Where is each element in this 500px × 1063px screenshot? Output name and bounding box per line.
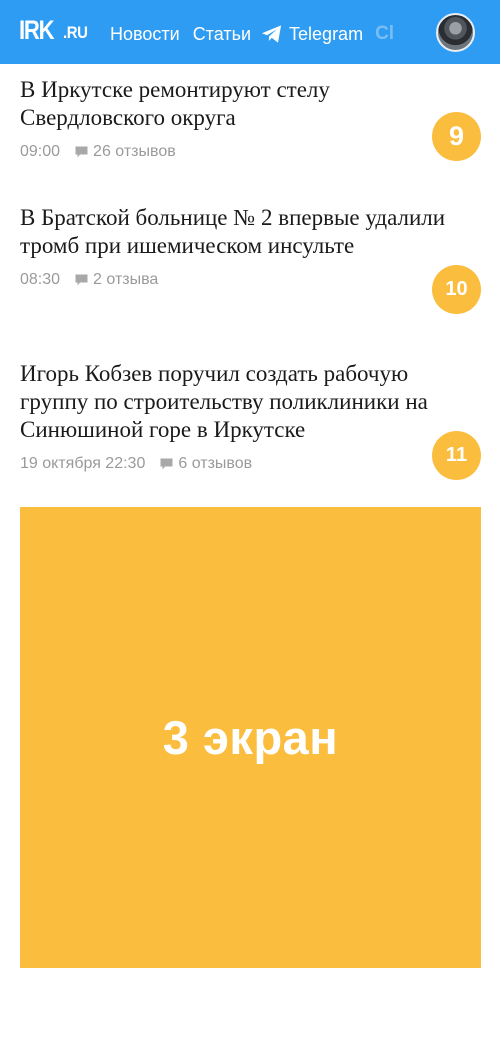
- nav-telegram-label: Telegram: [289, 24, 364, 44]
- news-item-1[interactable]: В Иркутске ремонтируют стелу Свердловско…: [20, 76, 480, 162]
- comment-icon: [75, 274, 88, 286]
- comment-icon: [75, 146, 88, 158]
- nav-articles-link[interactable]: Статьи: [193, 22, 251, 46]
- news-comments-count[interactable]: 2 отзыва: [93, 270, 158, 290]
- site-header: IRK .RU Новости Статьи Telegram Cl: [0, 0, 500, 64]
- news-meta: 19 октября 22:30 6 отзывов: [20, 454, 480, 474]
- telegram-icon: [262, 25, 282, 43]
- news-title[interactable]: В Иркутске ремонтируют стелу Свердловско…: [20, 76, 460, 132]
- news-comments-count[interactable]: 26 отзывов: [93, 142, 176, 162]
- nav-telegram-link[interactable]: Telegram: [261, 22, 363, 46]
- news-time: 09:00: [20, 143, 61, 160]
- ad-placeholder[interactable]: 3 экран: [20, 507, 481, 968]
- main-nav: Новости Статьи Telegram Cl: [110, 22, 399, 46]
- news-title[interactable]: В Братской больнице № 2 впервые удалили …: [20, 204, 460, 260]
- comment-icon: [160, 458, 173, 470]
- ad-label: 3 экран: [162, 711, 339, 764]
- news-meta: 09:00 26 отзывов: [20, 142, 480, 162]
- logo-main-text: IRK: [19, 15, 55, 45]
- nav-news-link[interactable]: Новости: [110, 22, 180, 46]
- news-time: 19 октября 22:30: [20, 455, 146, 472]
- rank-badge: 10: [432, 265, 481, 314]
- news-comments-count[interactable]: 6 отзывов: [178, 454, 252, 474]
- news-title[interactable]: Игорь Кобзев поручил создать рабочую гру…: [20, 360, 460, 444]
- site-logo[interactable]: IRK .RU: [19, 15, 88, 45]
- news-item-3[interactable]: Игорь Кобзев поручил создать рабочую гру…: [20, 360, 480, 474]
- logo-tld-text: .RU: [63, 23, 88, 42]
- user-avatar[interactable]: [436, 13, 475, 52]
- nav-more-fade: Cl: [375, 23, 395, 44]
- rank-badge: 9: [432, 112, 481, 161]
- rank-badge: 11: [432, 431, 481, 480]
- news-time: 08:30: [20, 271, 61, 288]
- news-meta: 08:30 2 отзыва: [20, 270, 480, 290]
- news-item-2[interactable]: В Братской больнице № 2 впервые удалили …: [20, 204, 480, 290]
